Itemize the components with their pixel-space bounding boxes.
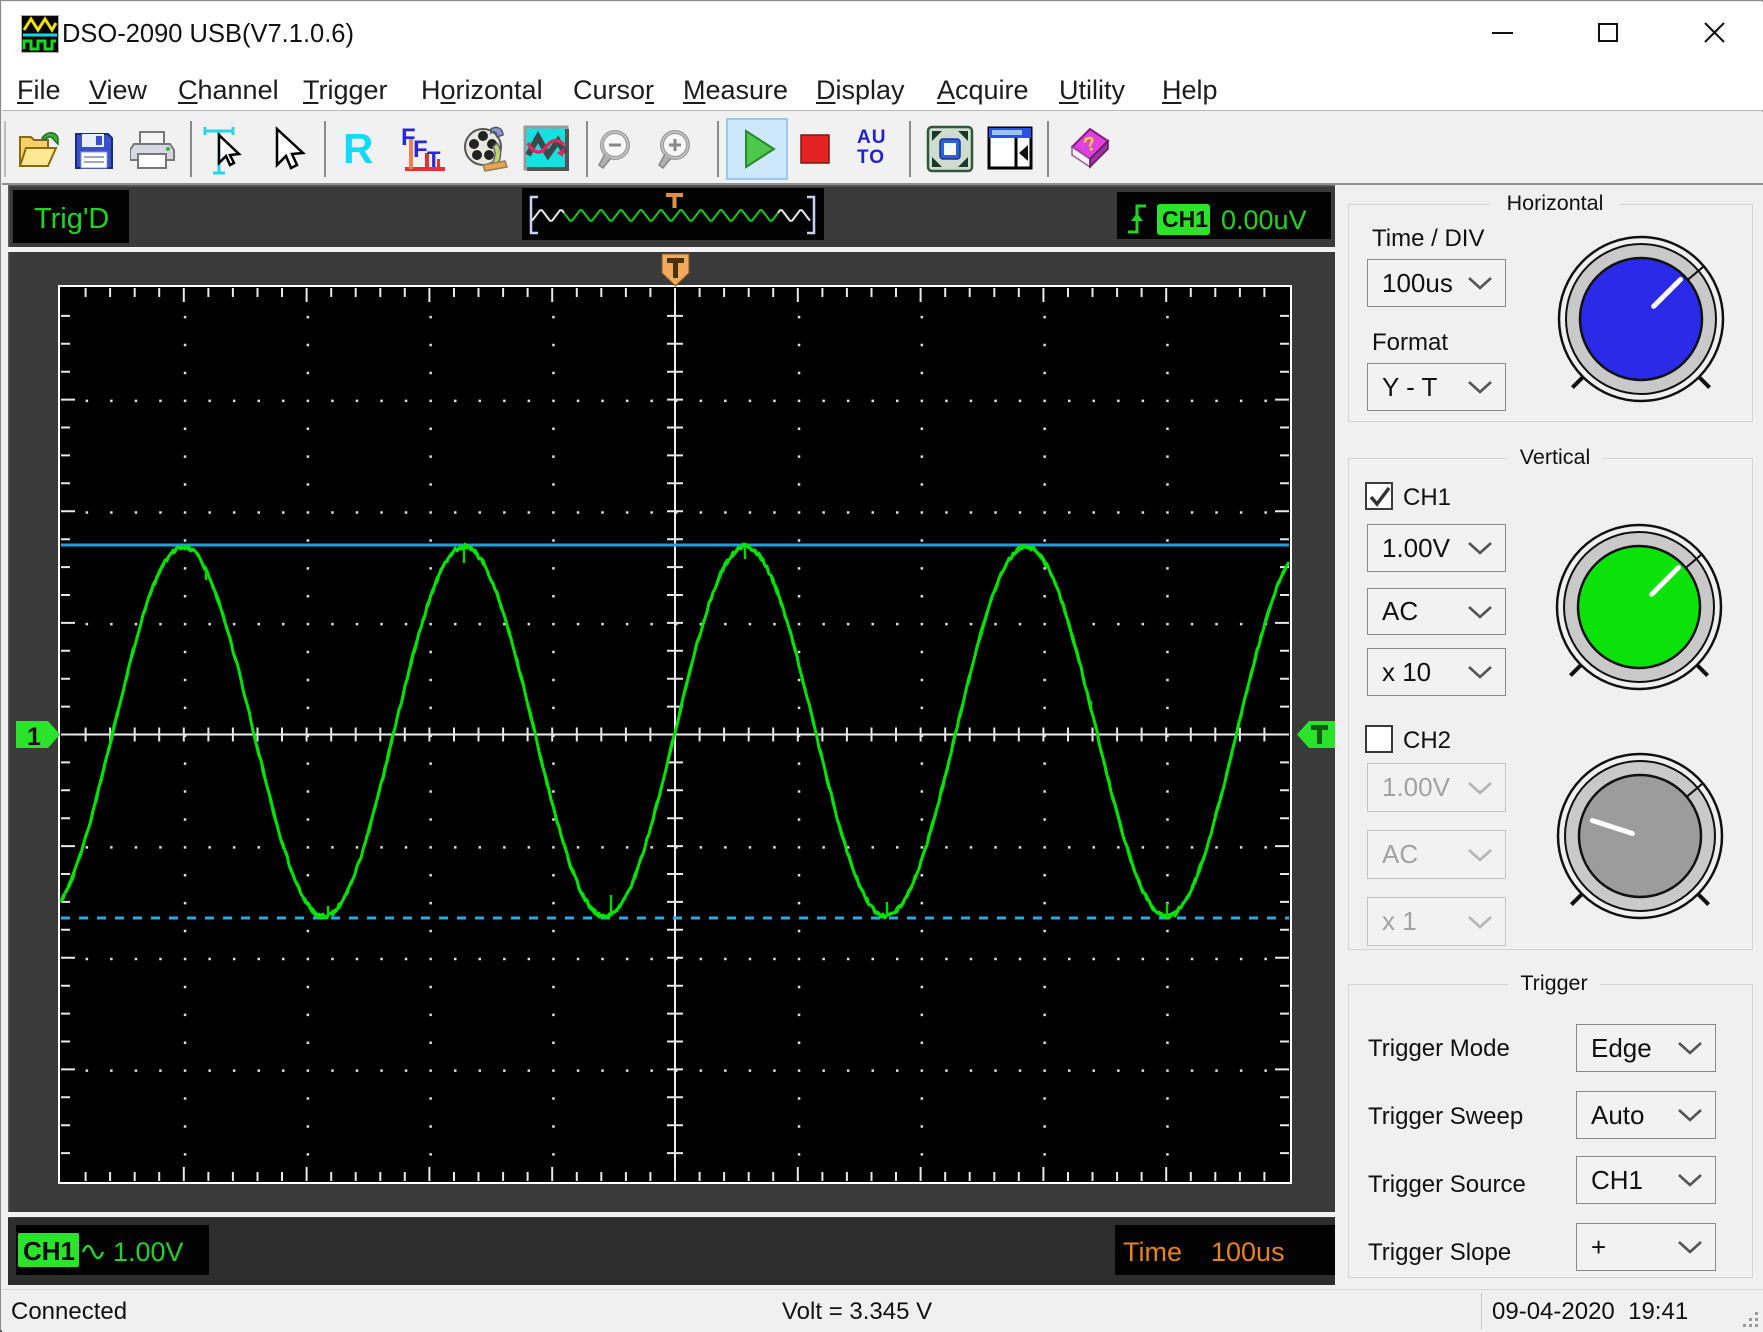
svg-text:T: T xyxy=(427,147,441,172)
svg-text:CH1: CH1 xyxy=(23,1236,75,1266)
svg-text:CH1: CH1 xyxy=(1162,206,1208,232)
svg-text:Time: Time xyxy=(1123,1237,1182,1267)
svg-text:100us: 100us xyxy=(1211,1237,1285,1267)
svg-text:F: F xyxy=(413,136,428,163)
svg-text:Trig'D: Trig'D xyxy=(34,203,109,235)
svg-text:1: 1 xyxy=(27,723,41,751)
svg-text:0.00uV: 0.00uV xyxy=(1221,205,1307,235)
svg-text:1.00V: 1.00V xyxy=(113,1237,184,1267)
